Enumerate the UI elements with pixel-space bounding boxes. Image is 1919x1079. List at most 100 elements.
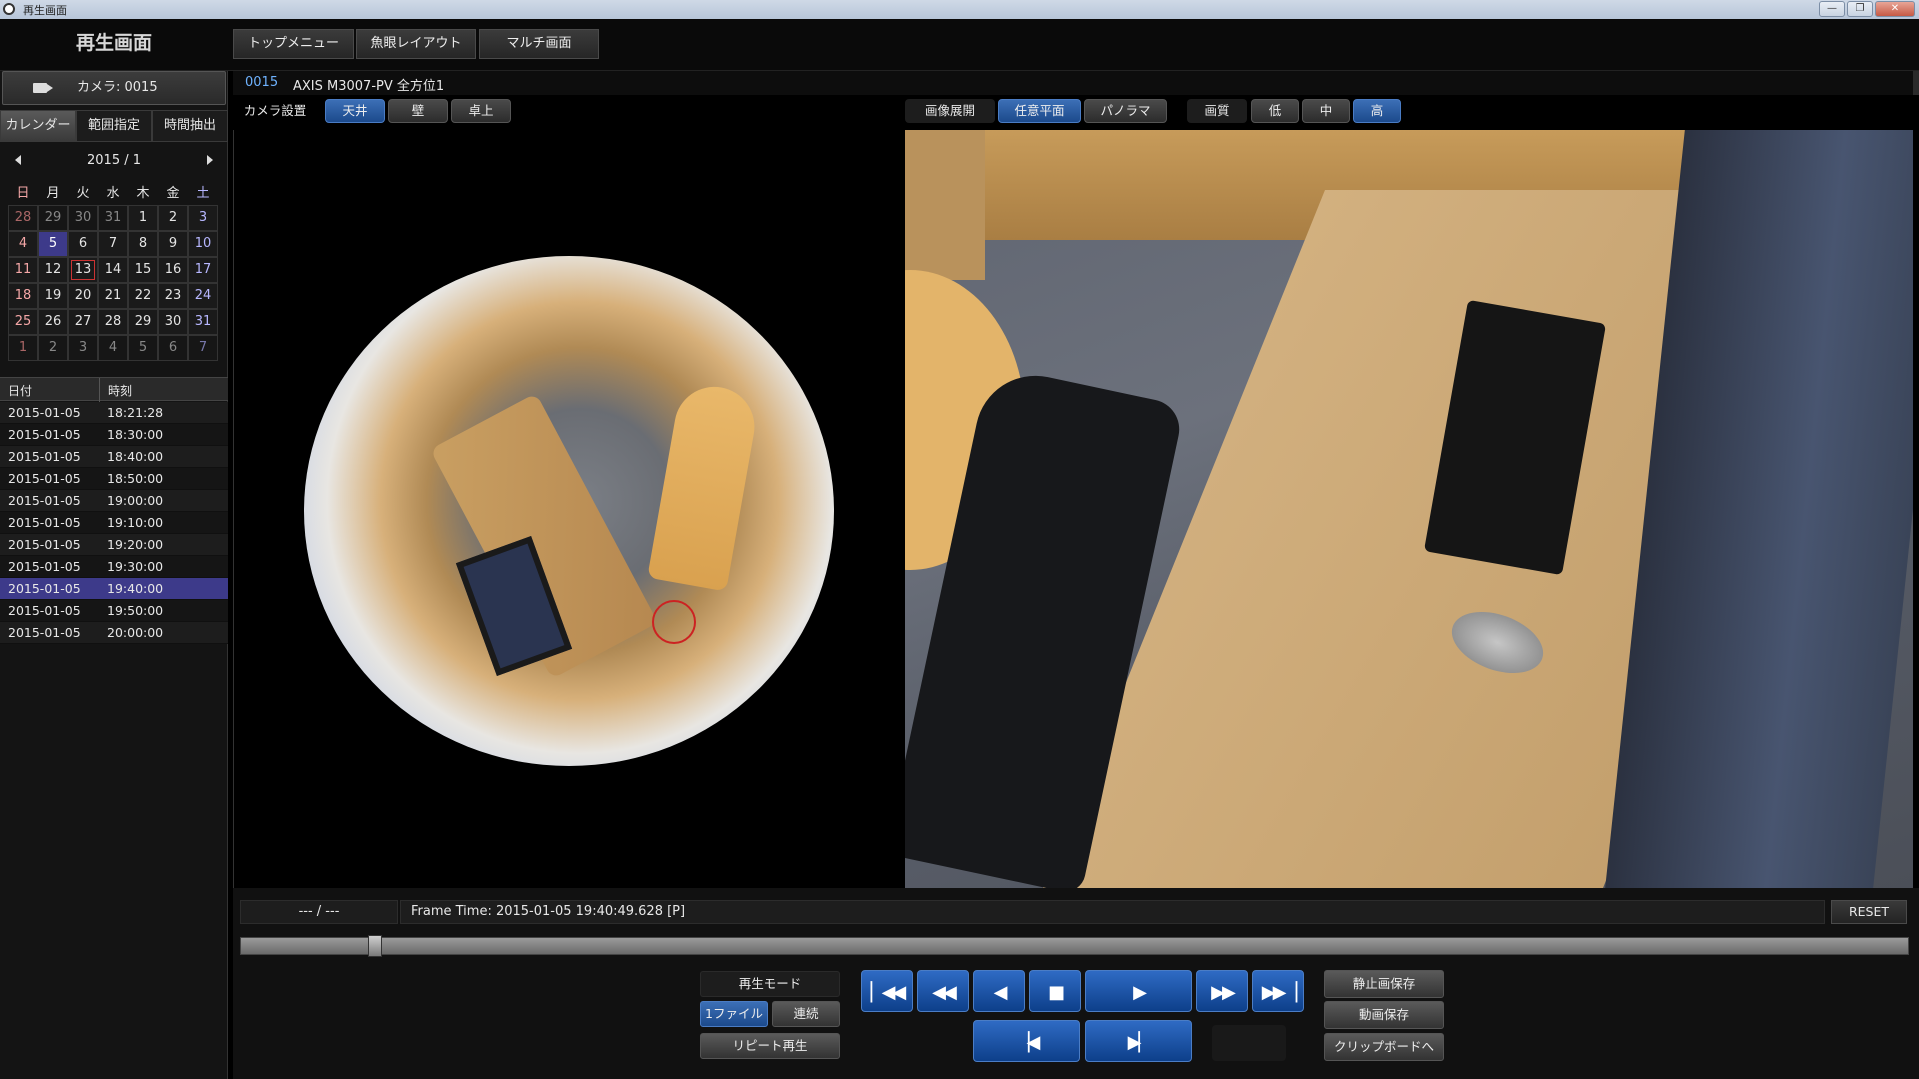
expand-panorama-button[interactable]: パノラマ [1084, 99, 1167, 123]
calendar-day[interactable]: 23 [158, 283, 188, 309]
calendar-day[interactable]: 11 [8, 257, 38, 283]
calendar-day[interactable]: 28 [98, 309, 128, 335]
step-back-button[interactable]: ▕◀ [973, 1020, 1080, 1062]
fast-forward-button[interactable]: ▶▶ [1196, 970, 1248, 1012]
setting-desk-button[interactable]: 卓上 [451, 99, 511, 123]
calendar-day[interactable]: 6 [158, 335, 188, 361]
calendar-day[interactable]: 25 [8, 309, 38, 335]
quality-low-button[interactable]: 低 [1251, 99, 1299, 123]
mode-continuous-button[interactable]: 連続 [772, 1001, 840, 1027]
list-item[interactable]: 2015-01-05 19:10:00 [0, 512, 228, 534]
list-item[interactable]: 2015-01-05 18:40:00 [0, 446, 228, 468]
tab-top-menu[interactable]: トップメニュー [233, 29, 354, 59]
list-item[interactable]: 2015-01-05 19:20:00 [0, 534, 228, 556]
step-forward-button[interactable]: ▶▏ [1085, 1020, 1192, 1062]
list-item[interactable]: 2015-01-05 19:50:00 [0, 600, 228, 622]
mode-one-file-button[interactable]: 1ファイル [700, 1001, 768, 1027]
save-video-button[interactable]: 動画保存 [1324, 1001, 1444, 1029]
calendar-day[interactable]: 8 [128, 231, 158, 257]
tab-multi-screen[interactable]: マルチ画面 [479, 29, 599, 59]
viewpoint-marker[interactable] [652, 600, 696, 644]
calendar-day[interactable]: 17 [188, 257, 218, 283]
reverse-play-button[interactable]: ◀ [973, 970, 1025, 1012]
tab-fisheye-layout[interactable]: 魚眼レイアウト [356, 29, 476, 59]
calendar-day[interactable]: 10 [188, 231, 218, 257]
camera-setting-toolbar: カメラ設置 天井 壁 卓上 [233, 99, 905, 123]
play-button[interactable]: ▶ [1085, 970, 1192, 1012]
calendar-day[interactable]: 16 [158, 257, 188, 283]
calendar-day[interactable]: 5 [38, 231, 68, 257]
seek-handle[interactable] [367, 935, 382, 957]
repeat-play-button[interactable]: リピート再生 [700, 1033, 840, 1059]
calendar-day[interactable]: 3 [68, 335, 98, 361]
camera-id: 0015 [245, 75, 279, 90]
list-item-date: 2015-01-05 [8, 559, 81, 574]
calendar-day[interactable]: 7 [98, 231, 128, 257]
rewind-button[interactable]: ◀◀ [917, 970, 969, 1012]
calendar-day[interactable]: 31 [188, 309, 218, 335]
calendar-day[interactable]: 22 [128, 283, 158, 309]
fisheye-image[interactable] [304, 256, 834, 766]
camera-selector[interactable]: カメラ: 0015 [2, 71, 226, 105]
calendar-day[interactable]: 2 [38, 335, 68, 361]
calendar-day[interactable]: 4 [8, 231, 38, 257]
calendar-day[interactable]: 9 [158, 231, 188, 257]
quality-high-button[interactable]: 高 [1353, 99, 1401, 123]
calendar-day[interactable]: 1 [128, 205, 158, 231]
calendar-day[interactable]: 21 [98, 283, 128, 309]
calendar-day[interactable]: 2 [158, 205, 188, 231]
calendar-day[interactable]: 7 [188, 335, 218, 361]
list-item[interactable]: 2015-01-05 18:21:28 [0, 402, 228, 424]
calendar-day[interactable]: 6 [68, 231, 98, 257]
close-button[interactable]: ✕ [1875, 1, 1915, 17]
calendar-day[interactable]: 26 [38, 309, 68, 335]
skip-to-start-button[interactable]: ▏◀◀ [861, 970, 913, 1012]
calendar-day[interactable]: 20 [68, 283, 98, 309]
calendar-day[interactable]: 4 [98, 335, 128, 361]
restore-button[interactable]: ❐ [1847, 1, 1873, 17]
list-item[interactable]: 2015-01-05 19:00:00 [0, 490, 228, 512]
setting-wall-button[interactable]: 壁 [388, 99, 448, 123]
list-item[interactable]: 2015-01-05 18:30:00 [0, 424, 228, 446]
calendar-day[interactable]: 3 [188, 205, 218, 231]
calendar-day[interactable]: 1 [8, 335, 38, 361]
calendar-day[interactable]: 24 [188, 283, 218, 309]
quality-mid-button[interactable]: 中 [1302, 99, 1350, 123]
view-toolbar: 画像展開 任意平面 パノラマ 画質 低 中 高 [905, 99, 1913, 123]
window-title: 再生画面 [23, 4, 67, 17]
tab-calendar[interactable]: カレンダー [0, 110, 76, 142]
calendar-day[interactable]: 13 [68, 257, 98, 283]
calendar-day[interactable]: 14 [98, 257, 128, 283]
tab-range[interactable]: 範囲指定 [76, 110, 152, 142]
calendar-day[interactable]: 15 [128, 257, 158, 283]
fisheye-view[interactable] [233, 130, 906, 888]
skip-to-end-button[interactable]: ▶▶▕ [1252, 970, 1304, 1012]
tab-time-extract[interactable]: 時間抽出 [152, 110, 228, 142]
calendar-grid: 28 29 30 31 1 2 3 4 5 6 7 8 9 10 11 12 13 14 15 16 17 18 19 20 2… [8, 205, 220, 361]
calendar-day[interactable]: 31 [98, 205, 128, 231]
minimize-button[interactable]: — [1819, 1, 1845, 17]
next-month-icon[interactable] [207, 155, 213, 165]
list-item[interactable]: 2015-01-05 20:00:00 [0, 622, 228, 644]
calendar-day[interactable]: 12 [38, 257, 68, 283]
dewarped-view[interactable] [905, 130, 1913, 888]
list-item[interactable]: 2015-01-05 19:30:00 [0, 556, 228, 578]
calendar-day[interactable]: 19 [38, 283, 68, 309]
expand-plane-button[interactable]: 任意平面 [998, 99, 1081, 123]
copy-clipboard-button[interactable]: クリップボードへ [1324, 1033, 1444, 1061]
calendar-day[interactable]: 30 [68, 205, 98, 231]
calendar-day[interactable]: 29 [38, 205, 68, 231]
calendar-day[interactable]: 28 [8, 205, 38, 231]
stop-button[interactable]: ■ [1029, 970, 1081, 1012]
seek-bar[interactable] [240, 935, 1909, 957]
calendar-day[interactable]: 5 [128, 335, 158, 361]
setting-ceiling-button[interactable]: 天井 [325, 99, 385, 123]
calendar-day[interactable]: 18 [8, 283, 38, 309]
list-item[interactable]: 2015-01-05 19:40:00 [0, 578, 228, 600]
list-item[interactable]: 2015-01-05 18:50:00 [0, 468, 228, 490]
calendar-day[interactable]: 29 [128, 309, 158, 335]
reset-button[interactable]: RESET [1831, 900, 1907, 924]
calendar-day[interactable]: 30 [158, 309, 188, 335]
save-still-button[interactable]: 静止画保存 [1324, 970, 1444, 998]
calendar-day[interactable]: 27 [68, 309, 98, 335]
